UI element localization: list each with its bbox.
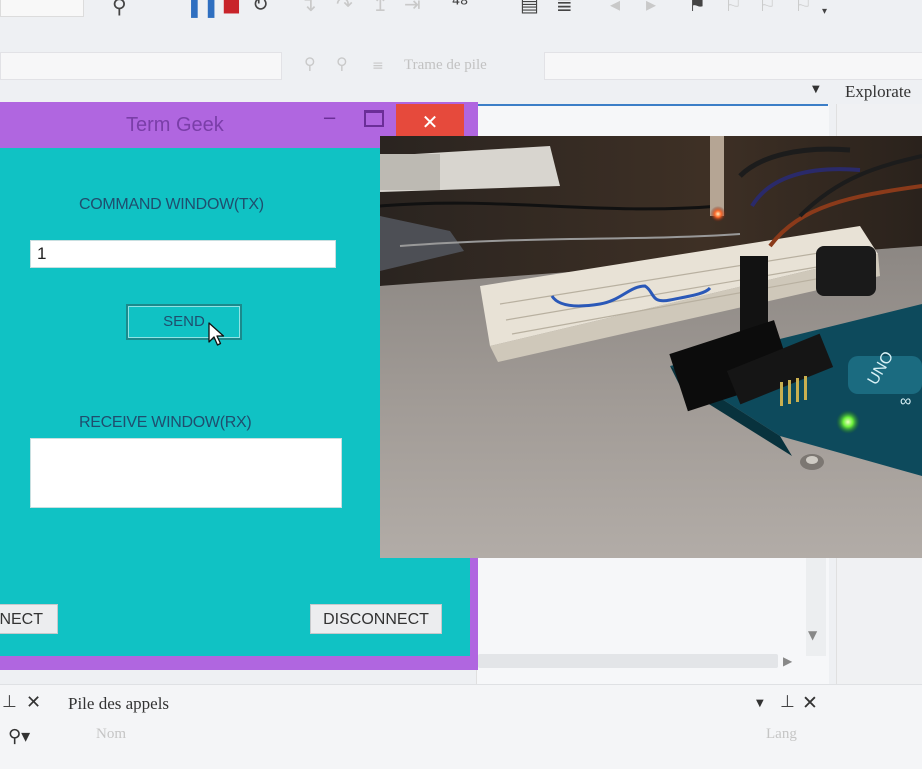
command-window-label: COMMAND WINDOW(TX) bbox=[79, 196, 264, 213]
receive-output-box[interactable] bbox=[30, 438, 342, 508]
show-next-icon[interactable]: ⇥ bbox=[404, 0, 421, 14]
solution-explorer-title[interactable]: Explorate bbox=[845, 82, 911, 102]
chevron-down-icon[interactable]: ▼ bbox=[812, 84, 820, 95]
step-out-icon[interactable]: ↥ bbox=[372, 0, 389, 14]
step-into-icon[interactable]: ↴ bbox=[300, 0, 317, 14]
restart-icon[interactable]: ↻ bbox=[252, 0, 269, 14]
pause-icon[interactable]: ❚❚ bbox=[186, 0, 220, 16]
dropdown-icon[interactable]: ▼ bbox=[756, 698, 764, 709]
stack-filter-icon[interactable]: ⚲ bbox=[336, 54, 348, 74]
hex-display-icon[interactable]: ⁴⁸ bbox=[452, 0, 468, 14]
minimize-icon[interactable]: − bbox=[322, 108, 337, 129]
clear-bookmarks-icon[interactable]: ⚐ bbox=[794, 0, 812, 14]
stack-frame-combo[interactable] bbox=[544, 52, 922, 80]
document-tab-indicator bbox=[476, 104, 828, 106]
step-over-icon[interactable]: ↷ bbox=[336, 0, 353, 14]
toolbar-combo-left[interactable] bbox=[0, 52, 282, 80]
toolbar-overflow-icon[interactable]: ▾ bbox=[822, 2, 827, 22]
arduino-photo: UNO ∞ bbox=[380, 136, 922, 558]
connect-button[interactable]: NECT bbox=[0, 604, 58, 634]
disconnect-button[interactable]: DISCONNECT bbox=[310, 604, 442, 634]
find-icon[interactable]: ⚲ bbox=[112, 0, 127, 16]
horizontal-scrollbar[interactable] bbox=[478, 654, 778, 668]
pin-icon[interactable]: ⊥ bbox=[780, 692, 795, 712]
maximize-icon[interactable] bbox=[364, 110, 384, 127]
scroll-down-icon[interactable]: ▼ bbox=[808, 628, 817, 642]
stop-icon[interactable]: ■ bbox=[222, 0, 241, 14]
call-stack-title[interactable]: Pile des appels bbox=[68, 694, 169, 714]
comment-icon[interactable]: ≣ bbox=[556, 0, 573, 14]
threads-icon[interactable]: ▤ bbox=[520, 0, 539, 14]
window-title: Term Geek bbox=[126, 114, 224, 136]
stack-frame-icon[interactable]: ⚲ bbox=[304, 54, 316, 74]
nav-back-icon[interactable]: ◂ bbox=[610, 0, 620, 14]
prev-bookmark-icon[interactable]: ⚐ bbox=[724, 0, 742, 14]
next-bookmark-icon[interactable]: ⚐ bbox=[758, 0, 776, 14]
receive-window-label: RECEIVE WINDOW(RX) bbox=[79, 414, 252, 431]
scroll-right-icon[interactable]: ▶ bbox=[783, 654, 792, 668]
column-header-language[interactable]: Lang bbox=[766, 726, 797, 743]
close-button[interactable]: ✕ bbox=[396, 104, 464, 140]
stack-frame-label: Trame de pile bbox=[404, 57, 487, 73]
vs-toolbar-secondary: ⚲ ⚲ ≡ Trame de pile bbox=[0, 22, 922, 80]
bookmark-icon[interactable]: ⚑ bbox=[688, 0, 706, 14]
column-header-name[interactable]: Nom bbox=[96, 726, 126, 743]
pin-icon[interactable]: ⊥ bbox=[2, 692, 17, 712]
nav-forward-icon[interactable]: ▸ bbox=[646, 0, 656, 14]
close-icon[interactable]: ✕ bbox=[802, 692, 818, 714]
close-icon[interactable]: ✕ bbox=[26, 692, 41, 713]
command-input[interactable] bbox=[30, 240, 336, 268]
vs-combo-box[interactable] bbox=[0, 0, 84, 17]
vs-toolbar-primary: ⚲ ❚❚ ■ ↻ ↴ ↷ ↥ ⇥ ⁴⁸ ▤ ≣ ◂ ▸ ⚑ ⚐ ⚐ ⚐ ▾ bbox=[0, 0, 922, 22]
svg-text:∞: ∞ bbox=[900, 393, 911, 410]
search-icon[interactable]: ⚲▾ bbox=[8, 726, 30, 747]
stack-frame-list-icon: ≡ bbox=[372, 58, 384, 74]
mouse-cursor-icon bbox=[208, 322, 225, 346]
